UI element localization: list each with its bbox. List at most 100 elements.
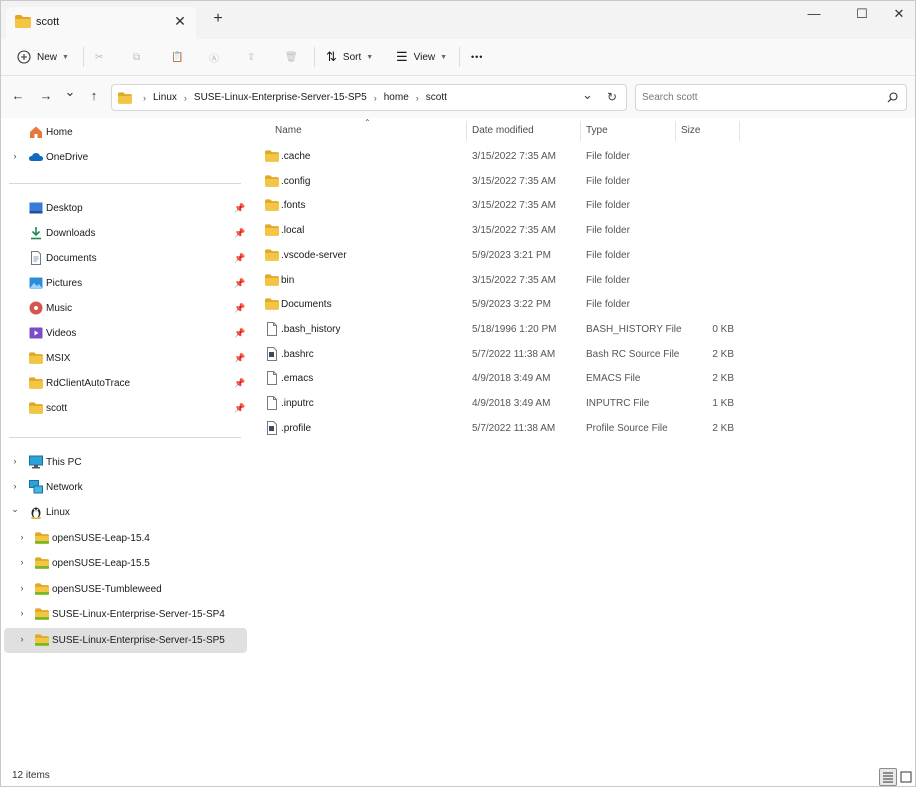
delete-icon[interactable]: 🗑 [285,47,298,67]
chevron-right-icon[interactable]: › [17,634,27,644]
sidebar-item-this-pc[interactable]: › This PC [4,450,247,475]
column-header-type[interactable]: Type [586,125,608,136]
pin-icon[interactable]: 📌 [234,278,245,289]
close-window-button[interactable]: ✕ [885,5,913,23]
paste-icon[interactable]: 📋 [171,47,183,67]
pin-icon[interactable]: 📌 [234,378,245,389]
sidebar-item-documents[interactable]: Documents 📌 [4,246,247,271]
sidebar-item-onedrive[interactable]: › OneDrive [4,145,247,170]
close-tab-icon[interactable]: ✕ [171,12,189,30]
sidebar-item-opensuse-leap-15-5[interactable]: › openSUSE-Leap-15.5 [4,551,247,576]
script-file-icon [267,346,277,361]
file-row[interactable]: .cache 3/15/2022 7:35 AM File folder [261,144,741,168]
file-row[interactable]: .local 3/15/2022 7:35 AM File folder [261,218,741,242]
sidebar-item-desktop[interactable]: Desktop 📌 [4,196,247,221]
file-explorer-window: scott ✕ + — ☐ ✕ New ▼ ✂ ⧉ 📋 Ⓐ ⇪ 🗑 ⇅ Sort… [0,0,916,787]
column-divider[interactable] [466,121,467,141]
breadcrumb-distro[interactable]: SUSE-Linux-Enterprise-Server-15-SP5 [194,92,367,103]
sort-button[interactable]: ⇅ Sort ▼ [326,47,373,67]
recent-locations-icon[interactable]: ⌄ [61,83,79,101]
sidebar-item-sles-15-sp4[interactable]: › SUSE-Linux-Enterprise-Server-15-SP4 [4,602,247,627]
new-tab-button[interactable]: + [209,10,227,28]
rename-icon[interactable]: Ⓐ [209,47,219,67]
chevron-down-icon[interactable]: ⌄ [10,504,20,515]
column-header-name[interactable]: Name [275,125,302,136]
address-bar[interactable]: › Linux › SUSE-Linux-Enterprise-Server-1… [111,84,627,111]
share-icon[interactable]: ⇪ [247,47,255,67]
pin-icon[interactable]: 📌 [234,403,245,414]
breadcrumb-home[interactable]: home [384,92,409,103]
sidebar-item-home[interactable]: Home [4,120,247,145]
chevron-right-icon[interactable]: › [10,481,20,491]
address-dropdown-icon[interactable]: ⌄ [582,87,593,103]
search-input[interactable]: Search scott [635,84,907,111]
chevron-right-icon: › [373,92,377,103]
sidebar-item-linux[interactable]: ⌄ Linux [4,500,247,525]
sidebar-item-downloads[interactable]: Downloads 📌 [4,221,247,246]
tab-label: scott [36,16,60,28]
file-size: 1 KB [712,398,734,409]
file-date: 5/7/2022 11:38 AM [472,422,556,434]
sidebar-item-label: MSIX [46,353,71,364]
sidebar-item-network[interactable]: › Network [4,475,247,500]
chevron-right-icon[interactable]: › [17,608,27,618]
file-row[interactable]: .config 3/15/2022 7:35 AM File folder [261,169,741,193]
more-options-button[interactable]: ••• [471,47,483,67]
minimize-button[interactable]: — [800,5,828,23]
file-name: .vscode-server [281,249,347,261]
pin-icon[interactable]: 📌 [234,328,245,339]
refresh-icon[interactable]: ↻ [607,90,617,104]
chevron-right-icon[interactable]: › [10,151,20,161]
sidebar-item-rdclientautotrace[interactable]: RdClientAutoTrace 📌 [4,371,247,396]
file-row[interactable]: .profile 5/7/2022 11:38 AM Profile Source … [261,416,741,440]
details-view-button[interactable] [879,768,897,786]
sidebar-item-scott[interactable]: scott 📌 [4,396,247,421]
sidebar-item-msix[interactable]: MSIX 📌 [4,346,247,371]
sidebar-item-music[interactable]: Music 📌 [4,296,247,321]
tiles-view-button[interactable] [897,768,915,786]
breadcrumb-linux[interactable]: Linux [153,92,177,103]
back-arrow-icon[interactable]: ← [9,87,27,105]
column-header-size[interactable]: Size [681,125,700,136]
sidebar-item-opensuse-leap-15-4[interactable]: › openSUSE-Leap-15.4 [4,526,247,551]
chevron-right-icon: › [143,92,146,103]
pin-icon[interactable]: 📌 [234,253,245,264]
file-row[interactable]: .vscode-server 5/9/2023 3:21 PM File folde… [261,243,741,267]
file-row[interactable]: .bashrc 5/7/2022 11:38 AM Bash RC Source F… [261,342,741,366]
column-divider[interactable] [739,121,740,141]
column-header-date[interactable]: Date modified [472,125,534,136]
pictures-icon [29,277,43,289]
pin-icon[interactable]: 📌 [234,303,245,314]
chevron-right-icon[interactable]: › [10,456,20,466]
forward-arrow-icon[interactable]: → [37,87,55,105]
file-row[interactable]: .fonts 3/15/2022 7:35 AM File folder [261,193,741,217]
navigation-bar: ← → ⌄ ↑ › Linux › SUSE-Linux-Enterprise-… [1,76,915,118]
file-row[interactable]: bin 3/15/2022 7:35 AM File folder [261,268,741,292]
sidebar-item-videos[interactable]: Videos 📌 [4,321,247,346]
sidebar-item-sles-15-sp5[interactable]: › SUSE-Linux-Enterprise-Server-15-SP5 [4,628,247,653]
file-row[interactable]: .bash_history 5/18/1996 1:20 PM BASH_HISTO… [261,317,741,341]
file-row[interactable]: .inputrc 4/9/2018 3:49 AM INPUTRC File 1 KB [261,391,741,415]
chevron-right-icon[interactable]: › [17,583,27,593]
chevron-right-icon[interactable]: › [17,532,27,542]
sidebar-item-opensuse-tumbleweed[interactable]: › openSUSE-Tumbleweed [4,577,247,602]
view-button[interactable]: ☰ View ▼ [396,47,447,67]
cut-icon[interactable]: ✂ [95,47,103,67]
sidebar-item-label: RdClientAutoTrace [46,378,131,389]
tab-scott[interactable]: scott ✕ [6,7,196,39]
file-row[interactable]: Documents 5/9/2023 3:22 PM File folder [261,292,741,316]
column-divider[interactable] [675,121,676,141]
maximize-button[interactable]: ☐ [848,5,876,23]
file-row[interactable]: .emacs 4/9/2018 3:49 AM EMACS File 2 KB [261,366,741,390]
copy-icon[interactable]: ⧉ [133,47,140,67]
up-arrow-icon[interactable]: ↑ [85,87,103,105]
pin-icon[interactable]: 📌 [234,203,245,214]
sidebar-item-pictures[interactable]: Pictures 📌 [4,271,247,296]
chevron-right-icon[interactable]: › [17,557,27,567]
column-divider[interactable] [580,121,581,141]
new-button[interactable]: New ▼ [17,47,69,67]
pin-icon[interactable]: 📌 [234,353,245,364]
breadcrumb-scott[interactable]: scott [426,92,447,103]
file-date: 3/15/2022 7:35 AM [472,175,556,187]
pin-icon[interactable]: 📌 [234,228,245,239]
